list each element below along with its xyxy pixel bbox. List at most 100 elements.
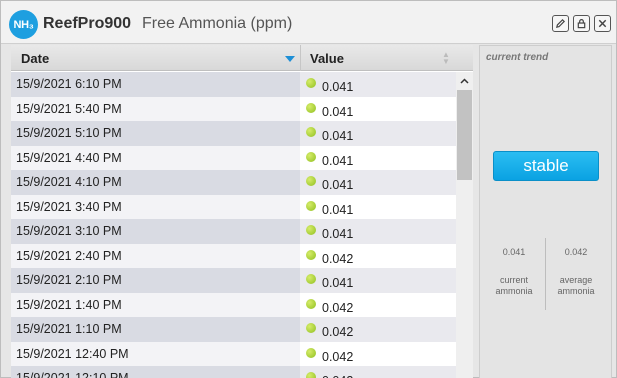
table-row[interactable]: 15/9/2021 5:40 PM 0.041 [11,96,456,121]
value-text: 0.042 [322,325,354,339]
date-cell: 15/9/2021 4:40 PM [11,145,300,170]
value-text: 0.041 [322,153,354,168]
table-body: 15/9/2021 6:10 PM 0.041 15/9/2021 5:40 PM 0… [11,72,456,378]
date-cell: 15/9/2021 12:40 PM [11,341,300,366]
sort-descending-icon[interactable] [285,56,295,62]
parameter-name: Free Ammonia (ppm) [142,15,293,32]
status-dot-icon [306,102,316,113]
edit-icon [556,18,566,28]
value-cell: 0.042 [300,292,456,317]
value-cell: 0.042 [300,243,456,268]
value-text: 0.041 [322,104,354,119]
status-dot-icon [306,151,316,162]
value-text: 0.042 [322,251,354,266]
value-cell: 0.041 [300,96,456,121]
date-cell: 15/9/2021 5:40 PM [11,96,300,121]
table-row[interactable]: 15/9/2021 1:40 PM 0.042 [11,292,456,317]
value-cell: 0.041 [300,121,456,146]
lock-button[interactable] [573,15,590,32]
date-text: 15/9/2021 3:40 PM [16,199,122,214]
scrollbar-thumb[interactable] [457,90,472,180]
chevron-up-icon [460,77,469,84]
table-row[interactable]: 15/9/2021 4:40 PM 0.041 [11,145,456,170]
scroll-up-button[interactable] [456,72,473,89]
lock-icon [577,19,586,29]
status-dot-icon [306,176,316,186]
status-dot-icon [306,225,316,235]
date-text: 15/9/2021 5:10 PM [16,126,122,140]
sort-toggle-icon[interactable]: ▲ ▼ [442,51,450,66]
status-dot-icon [306,372,316,378]
current-ammonia-value: 0.041 [502,247,526,257]
status-dot-icon [306,78,316,88]
table-row[interactable]: 15/9/2021 2:10 PM 0.041 [11,268,456,293]
date-text: 15/9/2021 4:10 PM [16,175,122,189]
edit-button[interactable] [552,15,569,32]
value-text: 0.041 [322,276,354,290]
status-dot-icon [306,200,316,211]
average-ammonia-label: average ammonia [557,275,595,296]
date-cell: 15/9/2021 3:40 PM [11,194,300,219]
value-cell: 0.041 [300,145,456,170]
column-divider[interactable] [300,45,301,71]
current-ammonia-metric: 0.041 current ammonia [484,247,544,297]
date-cell: 15/9/2021 3:10 PM [11,219,300,244]
status-dot-icon [306,347,316,358]
value-cell: 0.041 [300,219,456,244]
ammonia-history-window: NH₃ ReefPro900 Free Ammonia (ppm) Date V… [0,0,617,378]
value-cell: 0.041 [300,194,456,219]
vertical-scrollbar[interactable] [456,72,473,378]
date-text: 15/9/2021 6:10 PM [16,77,122,91]
average-ammonia-metric: 0.042 average ammonia [546,247,606,297]
value-text: 0.041 [322,227,354,241]
column-header-date[interactable]: Date [21,51,49,66]
date-cell: 15/9/2021 12:10 PM [11,366,300,378]
date-text: 15/9/2021 1:40 PM [16,297,122,312]
date-text: 15/9/2021 12:40 PM [16,346,129,361]
table-row[interactable]: 15/9/2021 1:10 PM 0.042 [11,317,456,342]
value-cell: 0.042 [300,317,456,342]
table-row[interactable]: 15/9/2021 12:10 PM 0.042 [11,366,456,378]
close-button[interactable] [594,15,611,32]
value-text: 0.041 [322,202,354,217]
table-row[interactable]: 15/9/2021 12:40 PM 0.042 [11,341,456,366]
table-row[interactable]: 15/9/2021 5:10 PM 0.041 [11,121,456,146]
trend-title: current trend [486,52,549,63]
value-text: 0.042 [322,349,354,364]
value-cell: 0.041 [300,72,456,97]
status-dot-icon [306,298,316,309]
table-row[interactable]: 15/9/2021 3:10 PM 0.041 [11,219,456,244]
value-text: 0.041 [322,178,354,192]
device-name: ReefPro900 [43,15,132,32]
date-cell: 15/9/2021 5:10 PM [11,121,300,146]
column-header-value[interactable]: Value [310,51,344,66]
value-cell: 0.042 [300,341,456,366]
date-text: 15/9/2021 2:10 PM [16,273,122,287]
ammonia-badge-icon: NH₃ [9,10,38,39]
status-dot-icon [306,323,316,333]
average-ammonia-value: 0.042 [564,247,588,257]
status-dot-icon [306,127,316,137]
value-cell: 0.041 [300,170,456,195]
date-text: 15/9/2021 3:10 PM [16,224,122,238]
value-text: 0.042 [322,374,353,378]
date-text: 15/9/2021 2:40 PM [16,248,122,263]
trend-status-badge: stable [493,151,599,181]
value-text: 0.041 [322,129,354,143]
date-text: 15/9/2021 5:40 PM [16,101,122,116]
date-cell: 15/9/2021 1:10 PM [11,317,300,342]
date-cell: 15/9/2021 2:10 PM [11,268,300,293]
table-row[interactable]: 15/9/2021 4:10 PM 0.041 [11,170,456,195]
table-row[interactable]: 15/9/2021 6:10 PM 0.041 [11,72,456,97]
value-cell: 0.041 [300,268,456,293]
table-row[interactable]: 15/9/2021 2:40 PM 0.042 [11,243,456,268]
value-text: 0.042 [322,300,354,315]
value-text: 0.041 [322,80,354,94]
table-header: Date Value ▲ ▼ [11,45,473,71]
date-text: 15/9/2021 1:10 PM [16,322,122,336]
history-table: Date Value ▲ ▼ 15/9/2021 6:10 PM 0.041 15/9… [11,45,473,378]
title-bar: NH₃ ReefPro900 Free Ammonia (ppm) [1,1,616,44]
close-icon [598,19,607,28]
status-dot-icon [306,274,316,284]
table-row[interactable]: 15/9/2021 3:40 PM 0.041 [11,194,456,219]
